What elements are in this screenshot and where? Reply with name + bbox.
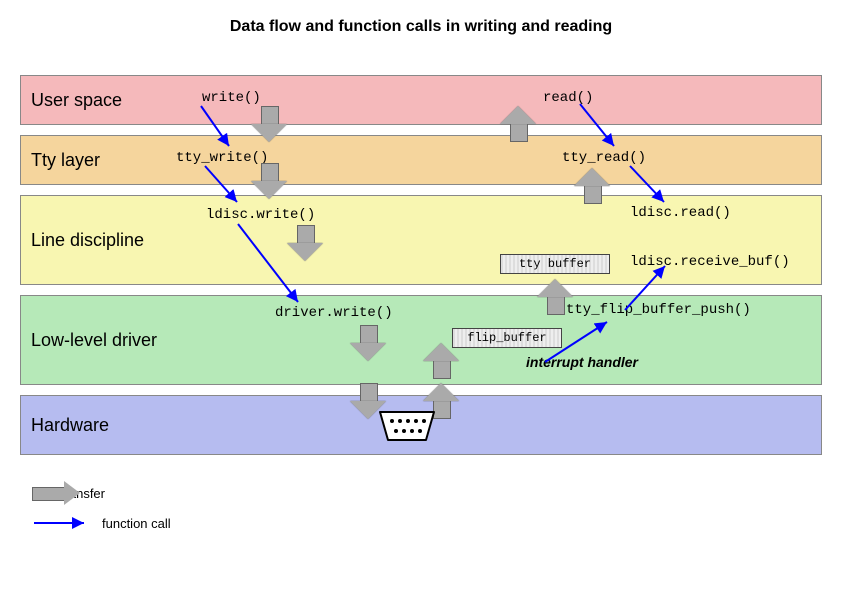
- serial-port-icon: [372, 408, 442, 444]
- layer-user-space: User space: [20, 75, 822, 125]
- layer-label: Hardware: [31, 415, 109, 436]
- data-arrow-write-1: [251, 106, 287, 142]
- fcall-ttyflip-to-ldiscrecv: [595, 260, 695, 320]
- fcall-ttywrite-to-ldiscwrite: [195, 162, 265, 212]
- legend-function-call-label: function call: [102, 516, 171, 531]
- fcall-ttyread-to-ldiscread: [620, 162, 690, 212]
- fcall-ldiscwrite-to-driverwrite: [230, 220, 320, 310]
- layer-tty: Tty layer: [20, 135, 822, 185]
- layer-label: Line discipline: [31, 230, 144, 251]
- layer-label: Tty layer: [31, 150, 100, 171]
- layer-label: Low-level driver: [31, 330, 157, 351]
- data-arrow-read-3: [537, 279, 573, 315]
- fcall-write-to-ttywrite: [195, 102, 255, 157]
- legend-data-transfer-icon: [32, 481, 82, 505]
- data-arrow-read-2: [423, 343, 459, 379]
- fcall-ihandler-to-ttyflip: [507, 320, 627, 370]
- legend: data transfer function call: [32, 478, 171, 538]
- layer-label: User space: [31, 90, 122, 111]
- tty-buffer-box: tty buffer: [500, 254, 610, 274]
- data-arrow-read-5: [500, 106, 536, 142]
- data-arrow-write-4: [350, 325, 386, 361]
- legend-function-call-icon: [32, 515, 92, 531]
- diagram-title: Data flow and function calls in writing …: [0, 18, 842, 36]
- fcall-read-to-ttyread: [570, 100, 640, 155]
- data-arrow-read-4: [574, 168, 610, 204]
